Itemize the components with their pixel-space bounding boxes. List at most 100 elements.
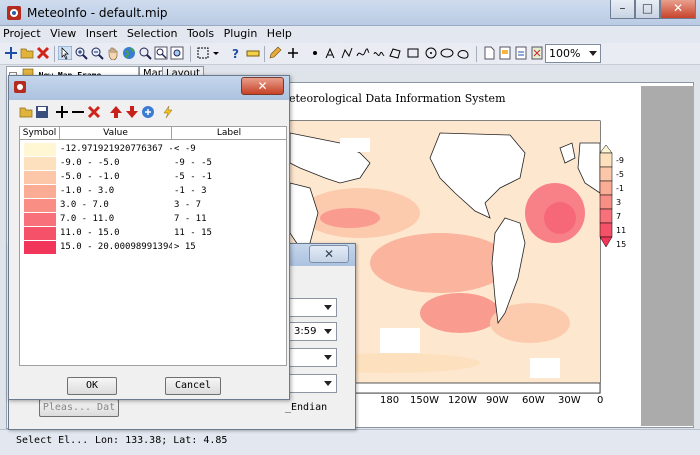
legend-row[interactable]: -9.0 - -5.0 -9 - -5 [20, 157, 286, 171]
refresh-icon[interactable] [141, 105, 155, 119]
legend-value[interactable]: -5.0 - -1.0 [60, 172, 172, 182]
open-folder-icon[interactable] [20, 46, 34, 60]
time-combo[interactable]: 3:59 [289, 322, 337, 341]
draw-dot-icon[interactable] [308, 46, 322, 60]
draw-curve-polygon-icon[interactable] [456, 46, 470, 60]
legend-symbol-swatch[interactable] [24, 213, 56, 226]
measure-icon[interactable] [246, 46, 260, 60]
legend-row[interactable]: -1.0 - 3.0 -1 - 3 [20, 185, 286, 199]
legend-value[interactable]: 11.0 - 15.0 [60, 228, 172, 238]
draw-curve-icon[interactable] [356, 46, 370, 60]
legend-row[interactable]: 15.0 - 20.000989913940430> 15 [20, 241, 286, 255]
svg-text:?: ? [232, 47, 239, 60]
zoom-select[interactable]: 100% [545, 44, 601, 63]
minimize-button[interactable]: – [610, 0, 635, 19]
hidden-button[interactable]: Pleas... Dat [39, 399, 119, 417]
legend-symbol-swatch[interactable] [24, 157, 56, 170]
maximize-button[interactable]: □ [635, 0, 660, 19]
add-layer-icon[interactable] [4, 46, 18, 60]
open-folder-icon[interactable] [19, 105, 33, 119]
legend-row[interactable]: 3.0 - 7.0 3 - 7 [20, 199, 286, 213]
draw-freehand-icon[interactable] [372, 46, 386, 60]
add-point-icon[interactable] [286, 46, 300, 60]
zoom-full-icon[interactable] [138, 46, 152, 60]
menu-tools[interactable]: Tools [184, 26, 217, 42]
select-pointer-icon[interactable] [58, 46, 72, 60]
legend-label[interactable]: 3 - 7 [174, 200, 201, 210]
legend-symbol-swatch[interactable] [24, 143, 56, 156]
legend-symbol-swatch[interactable] [24, 227, 56, 240]
pan-hand-icon[interactable] [106, 46, 120, 60]
legend-row[interactable]: -12.971921920776367 - -9< -9 [20, 143, 286, 157]
legend-symbol-swatch[interactable] [24, 185, 56, 198]
select-rect-icon[interactable] [196, 46, 210, 60]
legend-label[interactable]: -9 - -5 [174, 158, 212, 168]
menu-project[interactable]: Project [0, 26, 44, 42]
legend-value[interactable]: -1.0 - 3.0 [60, 186, 172, 196]
legend-value[interactable]: -9.0 - -5.0 [60, 158, 172, 168]
save-icon[interactable] [35, 105, 49, 119]
page-setup-icon[interactable] [514, 46, 528, 60]
legend-row[interactable]: 7.0 - 11.0 7 - 11 [20, 213, 286, 227]
draw-polyline-icon[interactable] [340, 46, 354, 60]
legend-label[interactable]: -5 - -1 [174, 172, 212, 182]
remove-layer-icon[interactable] [36, 46, 50, 60]
chevron-down-icon[interactable] [212, 46, 220, 60]
close-button[interactable]: ✕ [241, 77, 284, 95]
layout-page-icon[interactable] [498, 46, 512, 60]
data-combo-3[interactable] [289, 348, 337, 367]
draw-ellipse-icon[interactable] [440, 46, 454, 60]
close-button[interactable]: ✕ [309, 245, 349, 263]
legend-value[interactable]: -12.971921920776367 - -9 [60, 144, 172, 154]
zoom-layer-icon[interactable] [154, 46, 168, 60]
menu-help[interactable]: Help [264, 26, 295, 42]
globe-icon[interactable] [122, 46, 136, 60]
identify-icon[interactable]: ? [230, 46, 244, 60]
close-button[interactable]: ✕ [660, 0, 696, 19]
legend-symbol-swatch[interactable] [24, 199, 56, 212]
legend-label[interactable]: 11 - 15 [174, 228, 212, 238]
menu-view[interactable]: View [47, 26, 79, 42]
legend-label[interactable]: 7 - 11 [174, 214, 207, 224]
draw-rectangle-icon[interactable] [406, 46, 420, 60]
remove-icon[interactable] [71, 105, 85, 119]
legend-symbol-swatch[interactable] [24, 241, 56, 254]
zoom-extent-icon[interactable] [170, 46, 184, 60]
fit-page-icon[interactable] [530, 46, 544, 60]
draw-label-icon[interactable] [324, 46, 338, 60]
zoom-out-icon[interactable] [90, 46, 104, 60]
draw-circle-icon[interactable] [424, 46, 438, 60]
legend-label[interactable]: -1 - 3 [174, 186, 207, 196]
move-down-icon[interactable] [125, 105, 139, 119]
draw-polygon-icon[interactable] [388, 46, 402, 60]
zoom-in-icon[interactable] [74, 46, 88, 60]
legend-row[interactable]: 11.0 - 15.0 11 - 15 [20, 227, 286, 241]
delete-icon[interactable] [87, 105, 101, 119]
apply-lightning-icon[interactable] [161, 105, 175, 119]
colorbar-label: 7 [616, 212, 621, 221]
menu-plugin[interactable]: Plugin [221, 26, 261, 42]
cancel-button[interactable]: Cancel [165, 377, 221, 395]
legend-symbol-swatch[interactable] [24, 171, 56, 184]
legend-table[interactable]: Symbol Value Label -12.971921920776367 -… [19, 126, 287, 366]
move-up-icon[interactable] [109, 105, 123, 119]
legend-value[interactable]: 7.0 - 11.0 [60, 214, 172, 224]
data-combo-4[interactable] [289, 374, 337, 393]
ok-button[interactable]: OK [67, 377, 117, 395]
data-combo-1[interactable] [289, 298, 337, 317]
add-icon[interactable] [55, 105, 69, 119]
legend-label[interactable]: > 15 [174, 242, 196, 252]
edit-pencil-icon[interactable] [268, 46, 282, 60]
column-header-value[interactable]: Value [60, 127, 172, 140]
legend-value[interactable]: 15.0 - 20.000989913940430 [60, 242, 172, 252]
menu-insert[interactable]: Insert [83, 26, 121, 42]
new-page-icon[interactable] [482, 46, 496, 60]
legend-label[interactable]: < -9 [174, 144, 196, 154]
status-bar: Select El... Lon: 133.38; Lat: 4.85 [0, 429, 700, 455]
column-header-symbol[interactable]: Symbol [20, 127, 60, 140]
zoom-value: 100% [549, 47, 581, 60]
menu-selection[interactable]: Selection [124, 26, 181, 42]
legend-row[interactable]: -5.0 - -1.0 -5 - -1 [20, 171, 286, 185]
column-header-label[interactable]: Label [172, 127, 286, 140]
legend-value[interactable]: 3.0 - 7.0 [60, 200, 172, 210]
